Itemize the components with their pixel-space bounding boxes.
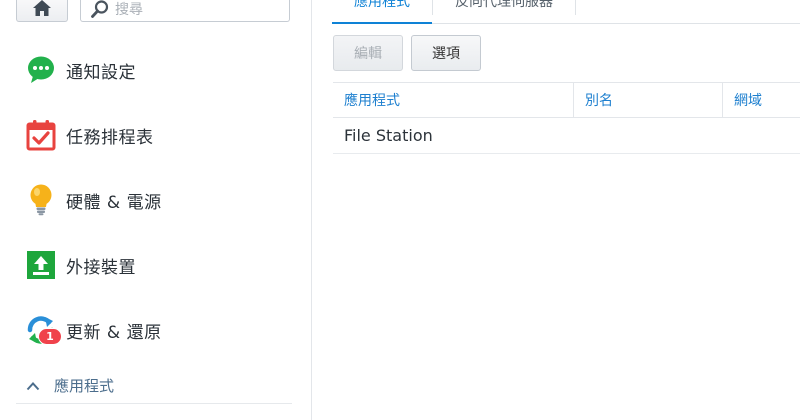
search-icon (91, 0, 109, 18)
home-button[interactable] (16, 0, 68, 22)
lightbulb-icon (26, 184, 56, 216)
sidebar-item-external-devices[interactable]: 外接裝置 (0, 240, 310, 290)
search-box[interactable] (80, 0, 290, 22)
sidebar-item-label: 任務排程表 (66, 127, 154, 148)
sidebar-item-update-restore[interactable]: 1 更新 & 還原 (0, 305, 310, 355)
sidebar-item-label: 更新 & 還原 (66, 322, 162, 343)
sidebar-item-label: 外接裝置 (66, 257, 136, 278)
column-header-alias[interactable]: 別名 (573, 83, 722, 117)
search-input[interactable] (115, 0, 275, 18)
tab-reverse-proxy[interactable]: 反向代理伺服器 (433, 0, 576, 15)
options-button[interactable]: 選項 (411, 35, 481, 71)
main-panel: 應用程式 反向代理伺服器 編輯 選項 應用程式 別名 網域 File Stati… (312, 0, 800, 420)
home-icon (33, 0, 51, 16)
sidebar-item-task-scheduler[interactable]: 任務排程表 (0, 110, 310, 160)
sidebar-item-hardware-power[interactable]: 硬體 & 電源 (0, 175, 310, 225)
sidebar-item-label: 通知設定 (66, 62, 136, 83)
application-table: 應用程式 別名 網域 File Station (333, 82, 800, 154)
chat-bubble-icon (26, 55, 56, 85)
table-cell-alias (573, 118, 722, 153)
edit-button[interactable]: 編輯 (333, 35, 403, 71)
sidebar: 通知設定 任務排程表 硬體 & 電源 (0, 0, 312, 420)
table-row[interactable]: File Station (333, 118, 800, 154)
update-restore-icon: 1 (26, 315, 62, 345)
column-header-application[interactable]: 應用程式 (333, 83, 573, 117)
tab-label: 反向代理伺服器 (455, 0, 553, 10)
section-header-label: 應用程式 (54, 377, 115, 395)
sidebar-item-label: 硬體 & 電源 (66, 192, 162, 213)
tab-bar: 應用程式 反向代理伺服器 (332, 0, 800, 24)
tab-label: 應用程式 (354, 0, 410, 10)
table-header: 應用程式 別名 網域 (333, 82, 800, 118)
sidebar-item-notification[interactable]: 通知設定 (0, 45, 310, 95)
table-cell-domain (722, 118, 800, 153)
column-header-domain[interactable]: 網域 (722, 83, 800, 117)
table-cell-application: File Station (344, 126, 433, 145)
toolbar: 編輯 選項 (333, 35, 481, 71)
upload-device-icon (26, 250, 56, 280)
section-header-applications[interactable]: 應用程式 (16, 368, 292, 404)
chevron-up-icon (26, 379, 40, 393)
tab-applications[interactable]: 應用程式 (332, 0, 433, 24)
notification-badge: 1 (38, 328, 62, 345)
calendar-check-icon (26, 120, 56, 151)
